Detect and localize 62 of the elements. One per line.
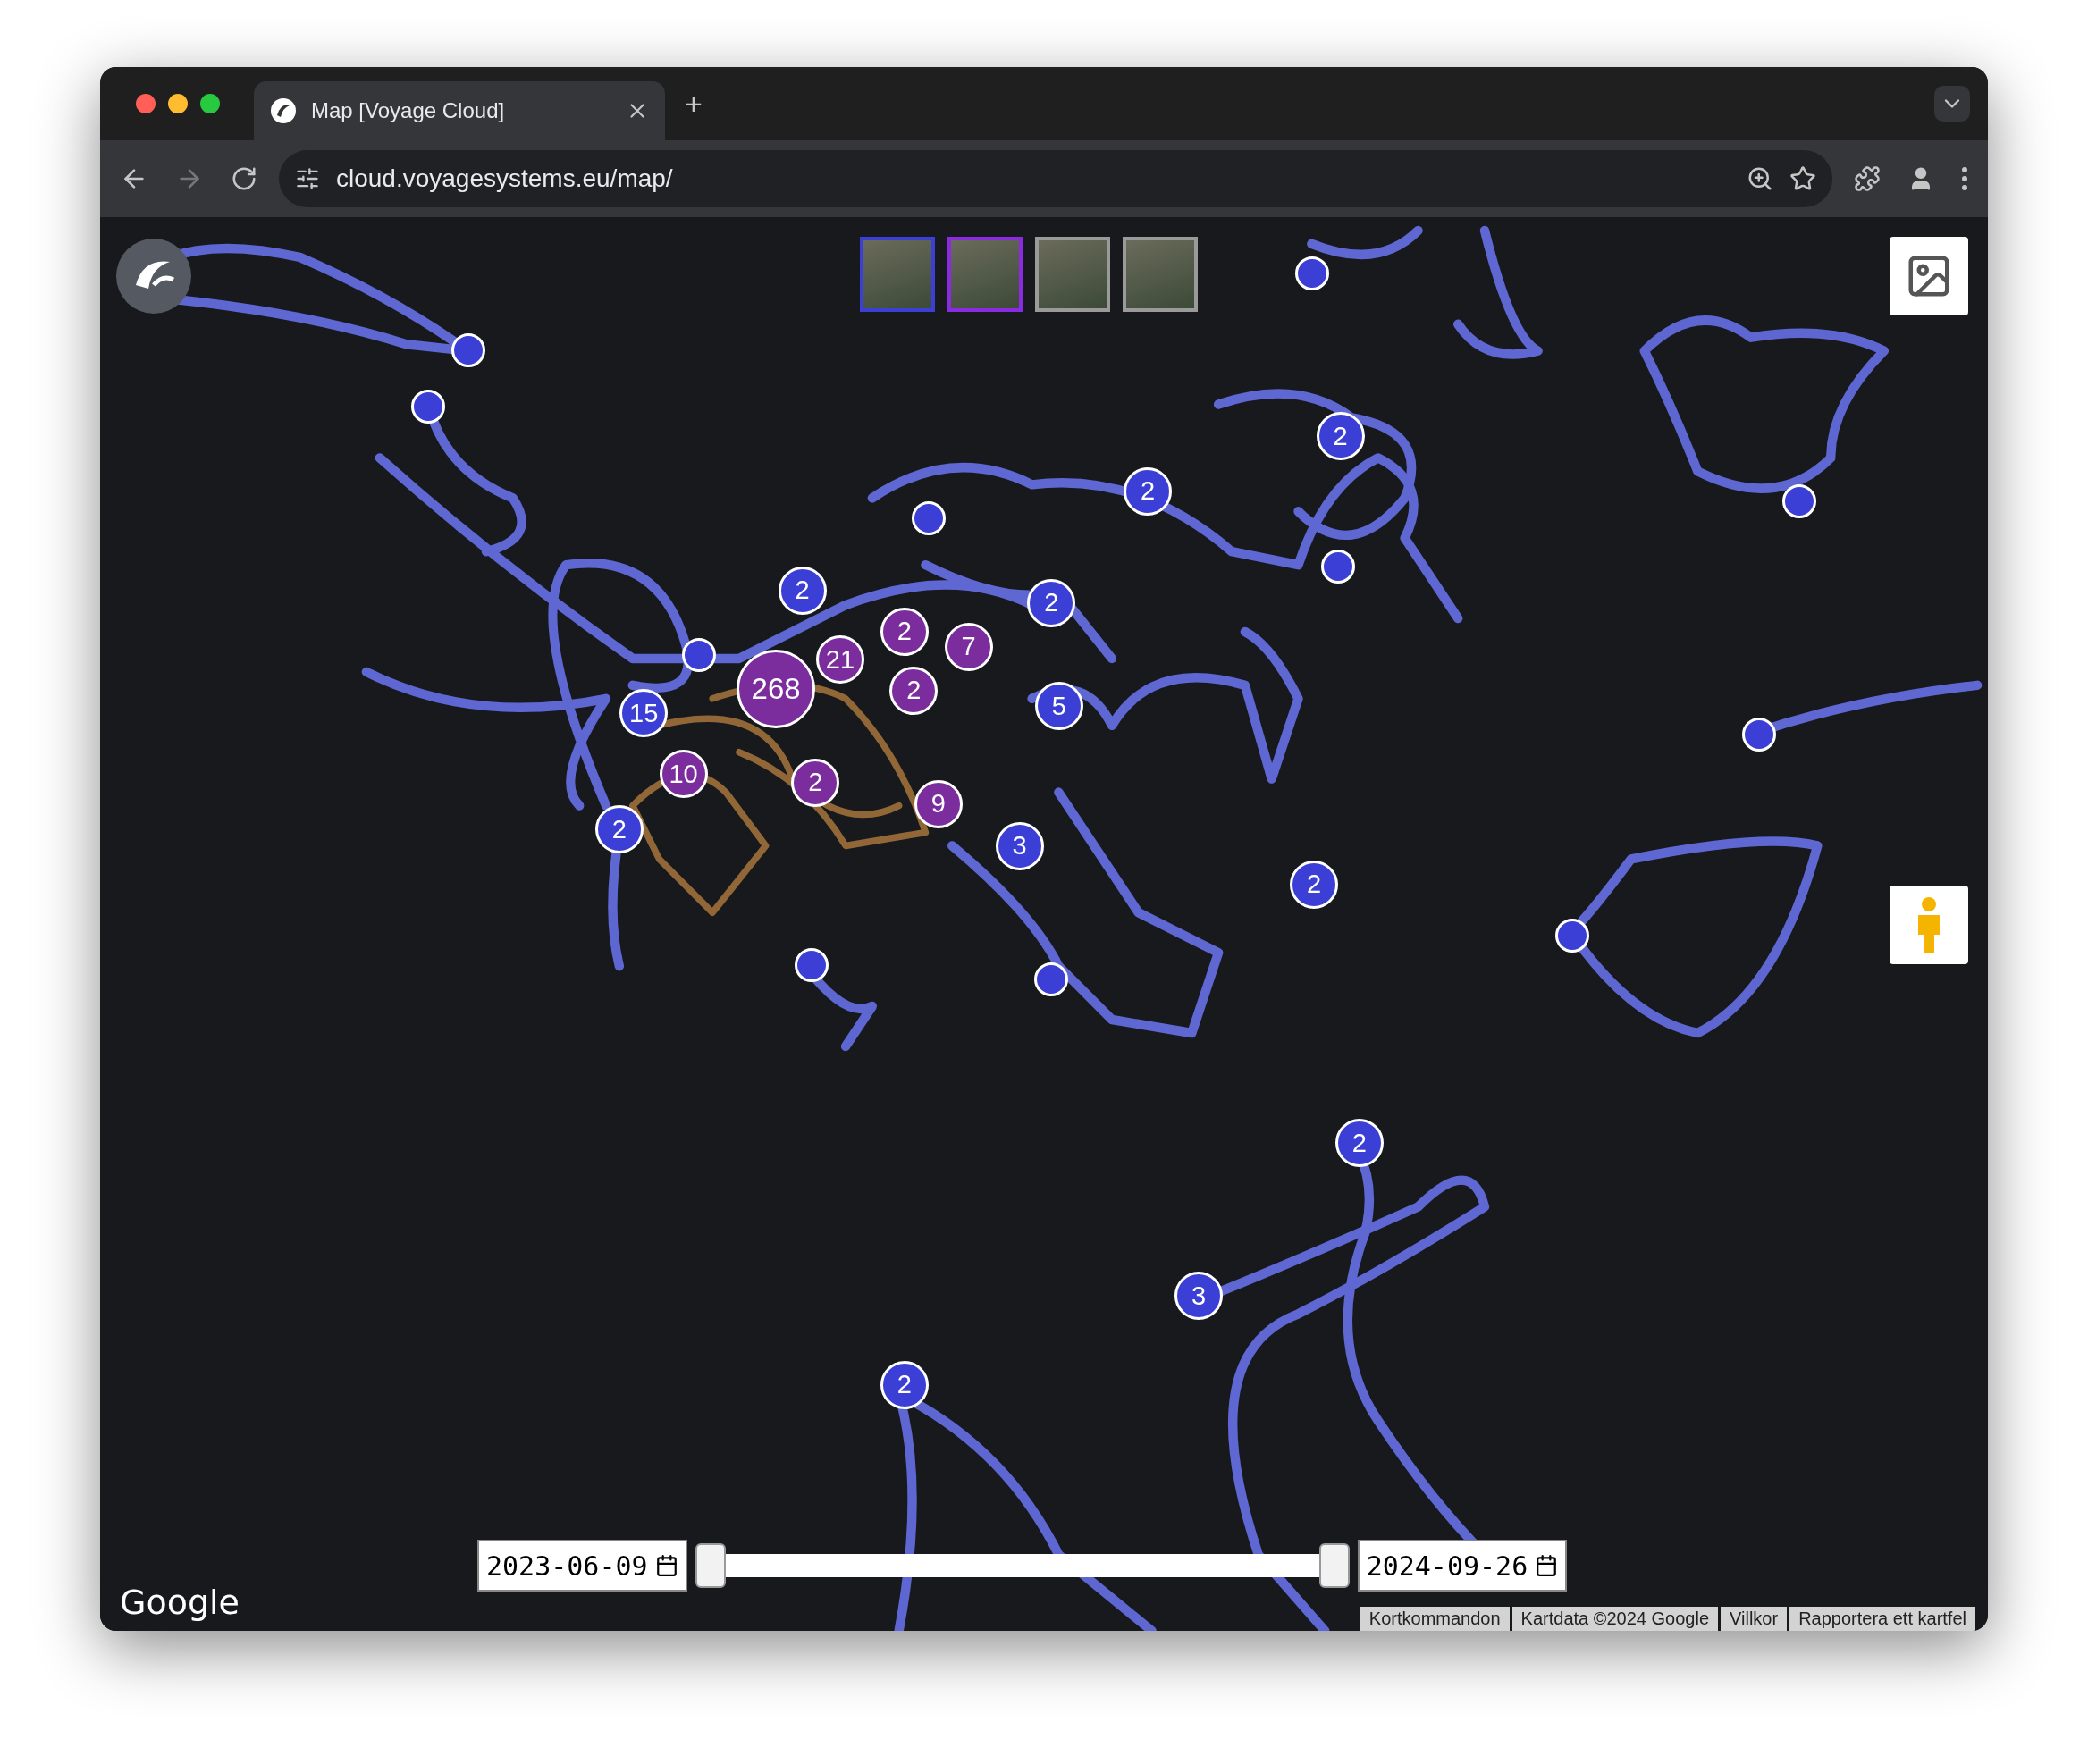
cluster-marker[interactable]: 21 xyxy=(815,635,864,685)
map-marker[interactable] xyxy=(681,638,716,673)
site-logo-icon xyxy=(270,97,297,124)
bookmark-star-icon[interactable] xyxy=(1789,165,1816,192)
puzzle-icon xyxy=(1854,165,1881,192)
photo-toggle-button[interactable] xyxy=(1890,237,1968,315)
window-control-icon[interactable] xyxy=(168,94,188,113)
slider-handle[interactable] xyxy=(695,1543,726,1588)
photo-placeholder[interactable] xyxy=(1123,237,1198,312)
site-settings-icon[interactable] xyxy=(295,166,320,191)
cluster-marker[interactable]: 3 xyxy=(995,822,1044,870)
cluster-marker[interactable]: 9 xyxy=(914,779,963,828)
map-background[interactable]: 2 2 21 7 268 2 15 10 2 9 2 3 5 2 2 2 2 2 3 2 Google 2023-06-09 2024-09-26 Kortkommandon Kartdata ©2024 Google Villkor Rapportera ett kartfel xyxy=(100,217,1988,1631)
photo-placeholder[interactable] xyxy=(1035,237,1110,312)
cluster-marker[interactable]: 2 xyxy=(880,1360,929,1409)
cluster-marker[interactable]: 5 xyxy=(1034,682,1083,731)
map-marker[interactable] xyxy=(1742,718,1777,752)
cluster-marker[interactable]: 2 xyxy=(889,666,939,715)
tab-title: Map [Voyage Cloud] xyxy=(311,98,506,123)
map-marker[interactable] xyxy=(795,947,829,982)
cluster-marker[interactable]: 10 xyxy=(659,750,708,799)
cluster-marker[interactable]: 7 xyxy=(944,622,993,671)
map-marker[interactable] xyxy=(1294,256,1329,291)
menu-icon xyxy=(1961,166,1968,191)
cluster-marker[interactable]: 2 xyxy=(594,805,644,853)
map-marker[interactable] xyxy=(1781,483,1816,518)
cluster-marker[interactable]: 2 xyxy=(1124,466,1173,516)
calendar-icon[interactable] xyxy=(1535,1554,1559,1577)
new-tab-button[interactable]: + xyxy=(679,80,708,127)
browser-tab[interactable]: Map [Voyage Cloud] xyxy=(254,81,665,140)
cluster-marker[interactable]: 3 xyxy=(1174,1272,1224,1321)
cluster-marker[interactable]: 2 xyxy=(880,607,929,656)
map-marker[interactable] xyxy=(411,390,446,424)
map-marker[interactable] xyxy=(450,332,485,367)
end-date-field[interactable]: 2024-09-26 xyxy=(1357,1540,1568,1592)
cluster-marker[interactable]: 2 xyxy=(1290,860,1338,909)
reload-icon xyxy=(231,165,257,192)
map-marker[interactable] xyxy=(1555,918,1590,953)
map-marker[interactable] xyxy=(1034,962,1069,996)
address-bar[interactable]: cloud.voyagesystems.eu/map/ xyxy=(279,150,1832,207)
url-text: cloud.voyagesystems.eu/map/ xyxy=(336,164,674,193)
cluster-marker[interactable]: 268 xyxy=(737,650,816,729)
tab-list-button[interactable] xyxy=(1934,86,1970,122)
zoom-icon[interactable] xyxy=(1747,165,1773,192)
window-control-icon[interactable] xyxy=(200,94,220,113)
window-control-icon[interactable] xyxy=(136,94,156,113)
cluster-marker[interactable]: 15 xyxy=(619,689,669,738)
slider-handle[interactable] xyxy=(1318,1543,1350,1588)
calendar-icon[interactable] xyxy=(654,1554,678,1577)
map-marker[interactable] xyxy=(1321,549,1356,584)
cluster-marker[interactable]: 2 xyxy=(1334,1119,1384,1168)
map-marker[interactable] xyxy=(912,500,947,535)
cluster-marker[interactable]: 2 xyxy=(1027,578,1076,627)
cluster-marker[interactable]: 2 xyxy=(778,566,827,615)
cluster-marker[interactable]: 2 xyxy=(1316,412,1365,461)
attribution-link[interactable]: Rapportera ett kartfel xyxy=(1789,1607,1975,1631)
attribution-link[interactable]: Kortkommandon xyxy=(1360,1607,1510,1631)
cluster-marker[interactable]: 2 xyxy=(791,758,840,807)
attribution-link[interactable]: Kartdata ©2024 Google xyxy=(1511,1607,1719,1631)
attribution-link[interactable]: Villkor xyxy=(1721,1607,1788,1631)
start-date-field[interactable]: 2023-06-09 xyxy=(477,1540,687,1592)
google-logo: Google xyxy=(120,1583,240,1622)
